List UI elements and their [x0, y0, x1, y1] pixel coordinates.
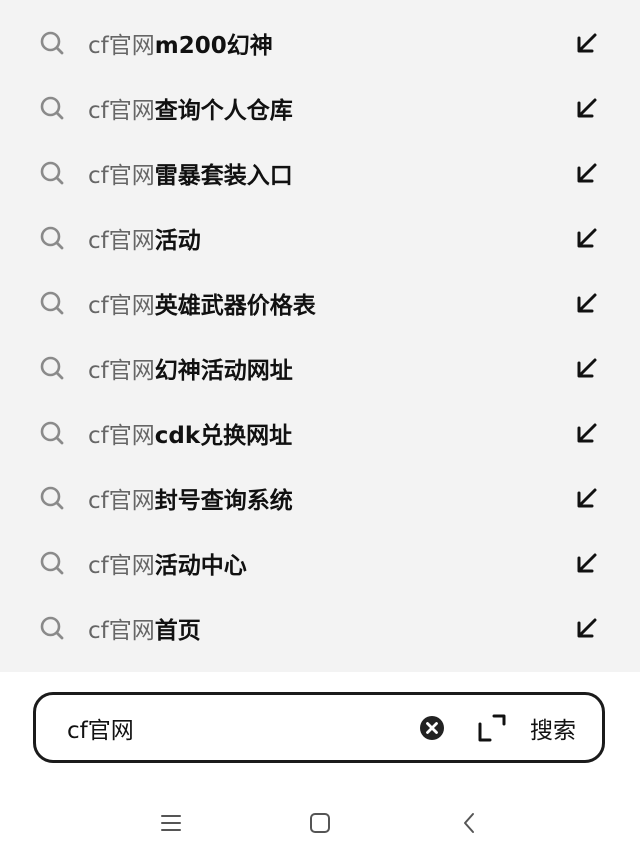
- menu-icon[interactable]: [159, 811, 183, 835]
- arrow-up-left-icon[interactable]: [574, 30, 600, 56]
- search-icon: [40, 226, 64, 249]
- arrow-up-left-icon[interactable]: [574, 355, 600, 381]
- suggestion-text: cf官网活动: [88, 221, 201, 255]
- suggestion-query: cf官网: [88, 32, 155, 59]
- suggestion-suffix: 雷暴套装入口: [154, 162, 293, 189]
- home-icon[interactable]: [308, 811, 332, 835]
- suggestion-suffix: m200幻神: [154, 32, 273, 59]
- suggestion-item[interactable]: cf官网m200幻神: [0, 10, 640, 75]
- suggestion-item[interactable]: cf官网cdk兑换网址: [0, 400, 640, 465]
- suggestion-suffix: 幻神活动网址: [154, 357, 293, 384]
- search-icon: [40, 421, 64, 444]
- search-icon: [40, 551, 64, 574]
- scan-icon[interactable]: [477, 713, 507, 743]
- suggestion-suffix: 查询个人仓库: [154, 97, 293, 124]
- arrow-up-left-icon[interactable]: [574, 95, 600, 121]
- suggestion-query: cf官网: [88, 357, 155, 384]
- suggestion-list: cf官网m200幻神 cf官网查询个人仓库 cf官网雷暴套装入口 cf官网活动 …: [0, 0, 640, 672]
- arrow-up-left-icon[interactable]: [574, 225, 600, 251]
- arrow-up-left-icon[interactable]: [574, 485, 600, 511]
- search-icon: [40, 161, 64, 184]
- search-icon: [40, 616, 64, 639]
- search-input[interactable]: cf官网 搜索: [33, 692, 605, 763]
- suggestion-query: cf官网: [88, 97, 155, 124]
- search-icon: [40, 486, 64, 509]
- suggestion-suffix: cdk兑换网址: [154, 422, 293, 449]
- search-button[interactable]: 搜索: [530, 711, 576, 745]
- suggestion-text: cf官网封号查询系统: [88, 481, 293, 515]
- suggestion-text: cf官网雷暴套装入口: [88, 156, 293, 190]
- suggestion-item[interactable]: cf官网首页: [0, 595, 640, 660]
- suggestion-query: cf官网: [88, 162, 155, 189]
- arrow-up-left-icon[interactable]: [574, 615, 600, 641]
- suggestion-text: cf官网英雄武器价格表: [88, 286, 316, 320]
- search-input-value[interactable]: cf官网: [67, 711, 134, 745]
- suggestion-item[interactable]: cf官网雷暴套装入口: [0, 140, 640, 205]
- search-icon: [40, 31, 64, 54]
- arrow-up-left-icon[interactable]: [574, 160, 600, 186]
- back-icon[interactable]: [458, 811, 482, 835]
- suggestion-item[interactable]: cf官网活动中心: [0, 530, 640, 595]
- arrow-up-left-icon[interactable]: [574, 550, 600, 576]
- suggestion-item[interactable]: cf官网封号查询系统: [0, 465, 640, 530]
- arrow-up-left-icon[interactable]: [574, 420, 600, 446]
- arrow-up-left-icon[interactable]: [574, 290, 600, 316]
- search-icon: [40, 96, 64, 119]
- suggestion-query: cf官网: [88, 422, 155, 449]
- suggestion-text: cf官网查询个人仓库: [88, 91, 293, 125]
- suggestion-suffix: 活动中心: [154, 552, 247, 579]
- search-icon: [40, 291, 64, 314]
- suggestion-item[interactable]: cf官网英雄武器价格表: [0, 270, 640, 335]
- suggestion-item[interactable]: cf官网活动: [0, 205, 640, 270]
- suggestion-query: cf官网: [88, 292, 155, 319]
- suggestion-suffix: 封号查询系统: [154, 487, 293, 514]
- suggestion-item[interactable]: cf官网幻神活动网址: [0, 335, 640, 400]
- suggestion-query: cf官网: [88, 552, 155, 579]
- suggestion-query: cf官网: [88, 617, 155, 644]
- search-icon: [40, 356, 64, 379]
- suggestion-text: cf官网m200幻神: [88, 26, 273, 60]
- system-nav-bar: [0, 793, 640, 853]
- suggestion-text: cf官网幻神活动网址: [88, 351, 293, 385]
- suggestion-text: cf官网活动中心: [88, 546, 247, 580]
- suggestion-query: cf官网: [88, 487, 155, 514]
- suggestion-suffix: 首页: [154, 617, 201, 644]
- suggestion-text: cf官网首页: [88, 611, 201, 645]
- suggestion-text: cf官网cdk兑换网址: [88, 416, 292, 450]
- suggestion-item[interactable]: cf官网查询个人仓库: [0, 75, 640, 140]
- suggestion-suffix: 活动: [154, 227, 201, 254]
- clear-icon[interactable]: [418, 714, 446, 742]
- suggestion-suffix: 英雄武器价格表: [154, 292, 316, 319]
- suggestion-query: cf官网: [88, 227, 155, 254]
